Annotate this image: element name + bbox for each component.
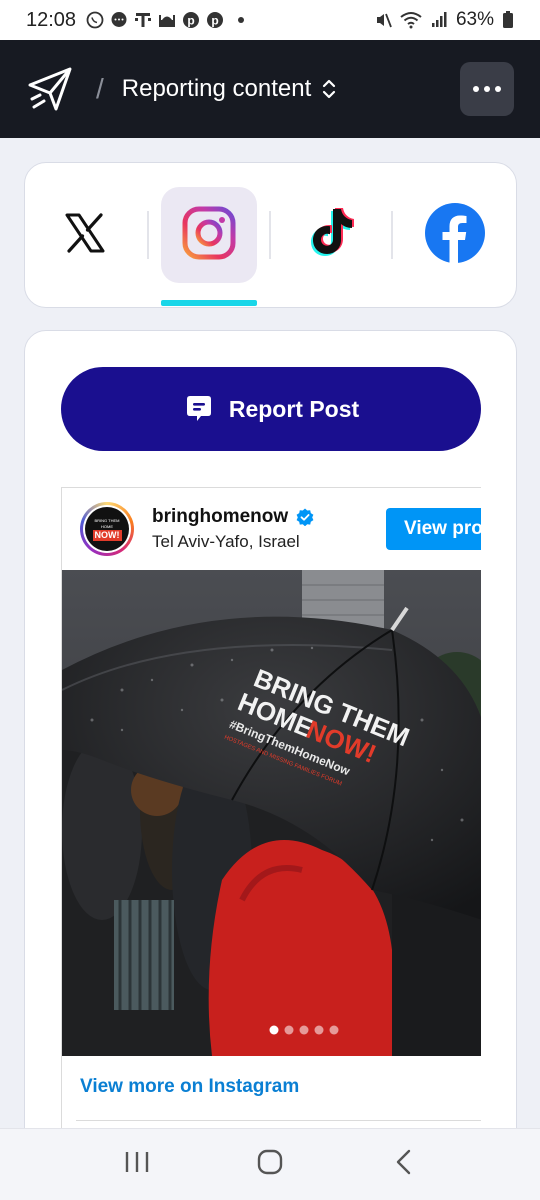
dot xyxy=(484,86,490,92)
dot xyxy=(473,86,479,92)
avatar-now-text: NOW! xyxy=(92,529,122,541)
chevron-up-down-icon[interactable] xyxy=(321,78,337,100)
instagram-username-row: bringhomenow xyxy=(152,506,314,528)
verified-badge-icon xyxy=(296,508,314,527)
status-time: 12:08 xyxy=(26,8,77,31)
divider xyxy=(391,211,393,259)
battery-icon xyxy=(502,11,514,29)
platform-selector xyxy=(24,162,517,308)
umbrella-photo: BRING THEM HOME NOW! #BringThemHomeNow H… xyxy=(62,570,481,1056)
report-post-button[interactable]: Report Post xyxy=(61,367,481,451)
whatsapp-icon xyxy=(86,11,104,29)
platform-tab-tiktok[interactable] xyxy=(283,187,379,283)
chat-icon xyxy=(110,11,128,29)
paper-plane-logo-icon[interactable] xyxy=(26,65,74,113)
report-message-icon xyxy=(183,393,215,425)
more-menu-button[interactable] xyxy=(460,62,514,116)
view-profile-button[interactable]: View pro xyxy=(386,508,481,550)
svg-text:p: p xyxy=(187,14,194,28)
mute-icon xyxy=(374,11,392,29)
chevron-left-icon xyxy=(393,1148,413,1181)
facebook-logo-icon xyxy=(424,202,486,269)
divider xyxy=(147,211,149,259)
notification-icons: p p xyxy=(86,11,245,29)
x-logo-icon xyxy=(63,211,107,260)
avatar[interactable]: BRING THEM HOME NOW! xyxy=(80,502,134,556)
pinterest-icon: p xyxy=(182,11,200,29)
breadcrumb-separator: / xyxy=(96,73,104,104)
content-card: Report Post BRING THEM HOME NOW! bringho… xyxy=(24,330,517,1200)
report-post-label: Report Post xyxy=(228,395,360,422)
system-navigation-bar xyxy=(0,1128,540,1200)
signal-icon xyxy=(430,11,448,29)
instagram-location[interactable]: Tel Aviv-Yafo, Israel xyxy=(152,532,300,552)
platform-tab-x[interactable] xyxy=(37,187,133,283)
system-icons: 63% xyxy=(374,9,514,31)
carousel-dot-active[interactable] xyxy=(269,1025,279,1035)
divider xyxy=(76,1120,481,1121)
home-icon xyxy=(256,1148,284,1181)
page-title[interactable]: Reporting content xyxy=(122,75,311,103)
instagram-post-image[interactable]: BRING THEM HOME NOW! #BringThemHomeNow H… xyxy=(62,570,481,1056)
avatar-small-text: BRING THEM HOME xyxy=(94,517,120,529)
instagram-embed: BRING THEM HOME NOW! bringhomenow Tel Av… xyxy=(61,487,481,1200)
instagram-username[interactable]: bringhomenow xyxy=(152,506,288,528)
status-bar: 12:08 p p 63% xyxy=(0,0,540,40)
carousel-dot[interactable] xyxy=(329,1025,339,1035)
recent-apps-icon xyxy=(123,1149,151,1180)
instagram-post-header: BRING THEM HOME NOW! bringhomenow Tel Av… xyxy=(62,488,481,570)
tiktok-logo-icon xyxy=(301,203,361,268)
pinterest-icon: p xyxy=(206,11,224,29)
view-more-on-instagram-link[interactable]: View more on Instagram xyxy=(80,1076,299,1098)
carousel-dot[interactable] xyxy=(299,1025,309,1035)
svg-text:p: p xyxy=(211,14,218,28)
mosque-icon xyxy=(158,11,176,29)
home-button[interactable] xyxy=(240,1135,300,1195)
active-tab-indicator xyxy=(161,300,257,306)
instagram-logo-icon xyxy=(181,205,237,266)
divider xyxy=(269,211,271,259)
platform-tab-instagram[interactable] xyxy=(161,187,257,283)
wifi-icon xyxy=(400,11,422,29)
carousel-dot[interactable] xyxy=(284,1025,294,1035)
app-header: / Reporting content xyxy=(0,40,540,138)
platform-tab-facebook[interactable] xyxy=(407,187,503,283)
back-button[interactable] xyxy=(373,1135,433,1195)
dot-icon xyxy=(238,17,245,23)
t-mobile-icon xyxy=(134,11,152,29)
carousel-dot[interactable] xyxy=(314,1025,324,1035)
dot xyxy=(495,86,501,92)
recent-apps-button[interactable] xyxy=(107,1135,167,1195)
battery-percent: 63% xyxy=(455,9,494,30)
